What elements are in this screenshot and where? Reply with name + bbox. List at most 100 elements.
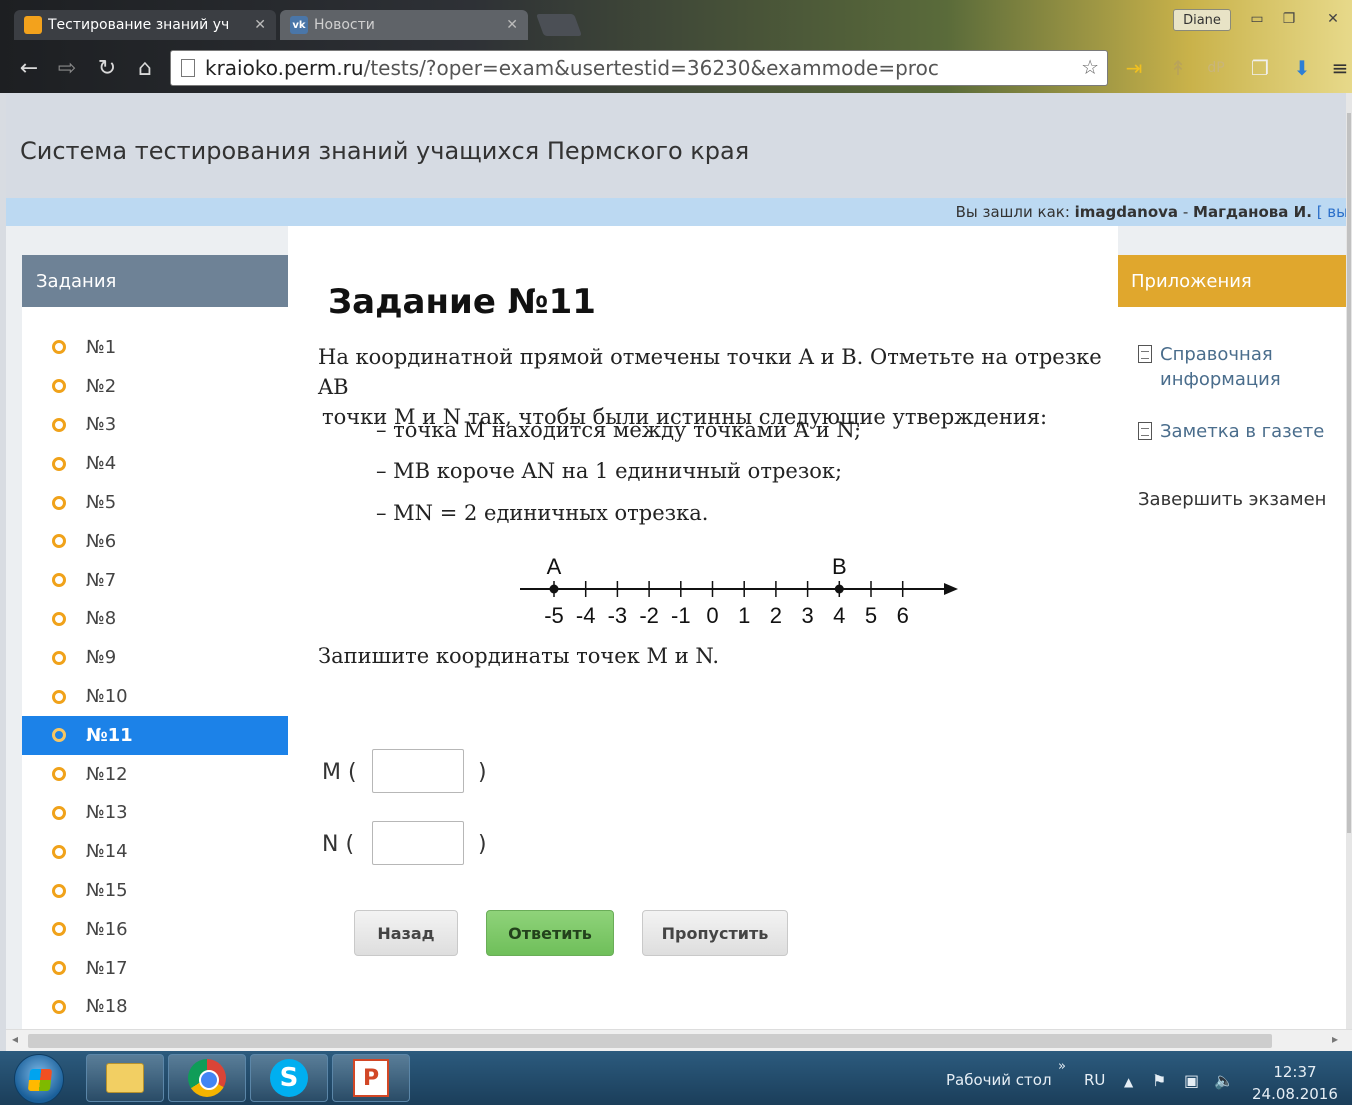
ring-icon	[52, 495, 66, 510]
volume-icon[interactable]: 🔈	[1214, 1071, 1234, 1090]
task-item[interactable]: №7	[22, 561, 288, 600]
point-b-label: B	[832, 554, 847, 579]
task-item[interactable]: №11	[22, 715, 288, 755]
copy-icon[interactable]: ❐	[1246, 54, 1274, 82]
desktop-toolbar[interactable]: Рабочий стол	[946, 1071, 1052, 1089]
language-indicator[interactable]: RU	[1084, 1071, 1105, 1089]
vertical-scrollbar[interactable]	[1346, 93, 1352, 1029]
show-hidden-icons[interactable]: ▲	[1124, 1075, 1133, 1089]
taskbar-skype[interactable]: S	[250, 1054, 328, 1102]
task-item[interactable]: №9	[22, 638, 288, 677]
expand-toolbar-icon[interactable]: »	[1058, 1059, 1066, 1074]
task-item[interactable]: №4	[22, 444, 288, 483]
ring-icon	[52, 611, 66, 626]
reference-info-link[interactable]: Справочная информация	[1138, 342, 1281, 392]
forward-arrow-icon[interactable]: ⇨	[54, 54, 80, 82]
task-item[interactable]: №5	[22, 483, 288, 522]
site-title: Система тестирования знаний учащихся Пер…	[20, 137, 750, 165]
task-item[interactable]: №12	[22, 755, 288, 794]
scroll-thumb[interactable]	[1347, 113, 1351, 833]
number-line: -5 -4 -3 -2 -1 0 1 2 3 4 5 6 A B	[520, 554, 958, 628]
download-icon[interactable]: ⬇	[1288, 54, 1316, 82]
start-button[interactable]	[14, 1054, 64, 1104]
condition-1: – точка M находится между точками A и N;	[376, 418, 862, 442]
action-center-icon[interactable]: ⚑	[1152, 1071, 1166, 1090]
answer-m-close: )	[478, 760, 487, 785]
taskbar-powerpoint[interactable]: P	[332, 1054, 410, 1102]
task-content: Задание №11 На координатной прямой отмеч…	[288, 226, 1118, 1029]
apps-sidebar: Приложения Справочная информация Заметка …	[1118, 255, 1346, 1029]
login-bar: Вы зашли как: imagdanova - Магданова И. …	[6, 198, 1352, 226]
tasks-header: Задания	[22, 255, 288, 307]
task-item[interactable]: №6	[22, 522, 288, 561]
horizontal-scrollbar[interactable]: ◂ ▸	[6, 1029, 1352, 1051]
task-item[interactable]: №3	[22, 406, 288, 445]
task-item[interactable]: №17	[22, 949, 288, 988]
dp-extension-icon[interactable]: dP	[1202, 54, 1230, 82]
logout-link[interactable]: [ вы	[1317, 203, 1348, 221]
new-tab-button[interactable]	[535, 14, 583, 36]
task-item-label: №3	[86, 414, 117, 436]
task-item-label: №12	[86, 763, 128, 785]
task-item-label: №18	[86, 996, 128, 1018]
ring-icon	[52, 573, 66, 588]
task-item-label: №17	[86, 957, 128, 979]
tab-news[interactable]: vk Новости ✕	[280, 10, 528, 40]
scroll-right-icon[interactable]: ▸	[1332, 1032, 1338, 1046]
site-favicon-icon	[24, 16, 42, 34]
ring-icon	[52, 650, 66, 665]
finish-exam-link[interactable]: Завершить экзамен	[1138, 489, 1326, 510]
back-arrow-icon[interactable]: ←	[16, 54, 42, 82]
close-tab-icon[interactable]: ✕	[254, 17, 266, 33]
back-button[interactable]: Назад	[354, 910, 458, 956]
taskbar-explorer[interactable]	[86, 1054, 164, 1102]
task-item[interactable]: №15	[22, 871, 288, 910]
vk-icon: vk	[290, 16, 308, 34]
star-icon[interactable]: ☆	[1081, 55, 1099, 79]
task-item[interactable]: №2	[22, 367, 288, 406]
powerpoint-icon: P	[353, 1059, 389, 1097]
clock[interactable]: 12:37 24.08.2016	[1252, 1061, 1338, 1105]
scroll-thumb[interactable]	[28, 1034, 1272, 1048]
taskbar-chrome[interactable]	[168, 1054, 246, 1102]
document-icon	[1138, 422, 1152, 440]
task-item[interactable]: №18	[22, 988, 288, 1027]
home-icon[interactable]: ⌂	[132, 54, 158, 82]
task-item[interactable]: №10	[22, 677, 288, 716]
axis-arrow-icon	[944, 583, 958, 595]
skip-button[interactable]: Пропустить	[642, 910, 788, 956]
document-icon	[1138, 345, 1152, 363]
tab-title: Тестирование знаний уч	[48, 17, 230, 33]
answer-m-input[interactable]	[372, 749, 464, 793]
task-item[interactable]: №1	[22, 328, 288, 367]
tab-title: Новости	[314, 17, 375, 33]
task-item[interactable]: №14	[22, 832, 288, 871]
network-icon[interactable]: ▣	[1184, 1071, 1199, 1090]
ring-icon	[52, 844, 66, 859]
tab-testing[interactable]: Тестирование знаний уч ✕	[14, 10, 276, 40]
tick-label: 3	[801, 603, 813, 628]
newspaper-note-link[interactable]: Заметка в газете	[1138, 419, 1324, 444]
menu-icon[interactable]: ≡	[1326, 54, 1352, 82]
address-bar[interactable]: kraioko.perm.ru/tests/?oper=exam&usertes…	[170, 50, 1108, 86]
page-icon	[181, 59, 195, 77]
task-item-label: №13	[86, 802, 128, 824]
task-item-label: №11	[86, 724, 133, 746]
extension-icon[interactable]: ⇥	[1120, 54, 1148, 82]
reload-icon[interactable]: ↻	[94, 54, 120, 82]
answer-n-input[interactable]	[372, 821, 464, 865]
ring-icon	[52, 999, 66, 1014]
scroll-left-icon[interactable]: ◂	[12, 1032, 18, 1046]
answer-button[interactable]: Ответить	[486, 910, 614, 956]
close-tab-icon[interactable]: ✕	[506, 17, 518, 33]
close-window-icon[interactable]: ✕	[1320, 9, 1346, 29]
task-item-label: №7	[86, 569, 117, 591]
task-item[interactable]: №13	[22, 794, 288, 833]
restore-icon[interactable]: ❐	[1276, 9, 1302, 29]
task-item[interactable]: №16	[22, 910, 288, 949]
task-item[interactable]: №8	[22, 600, 288, 639]
minimize-icon[interactable]: ▭	[1244, 9, 1270, 29]
task-title: Задание №11	[328, 282, 596, 322]
profile-button[interactable]: Diane	[1173, 9, 1231, 31]
pin-icon[interactable]: ↟	[1164, 54, 1192, 82]
